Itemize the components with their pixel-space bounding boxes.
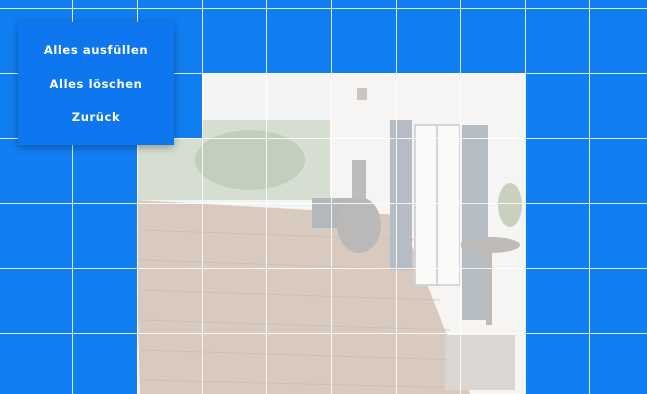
mask-cell[interactable] [589, 333, 647, 394]
mask-cell[interactable] [460, 0, 525, 73]
mask-cell[interactable] [72, 333, 137, 394]
mask-menu: Alles ausfüllen Alles löschen Zurück [18, 22, 174, 145]
mask-cell[interactable] [589, 138, 647, 203]
mask-cell[interactable] [525, 333, 589, 394]
mask-cell[interactable] [0, 268, 72, 333]
mask-cell[interactable] [589, 203, 647, 268]
mask-cell[interactable] [589, 73, 647, 138]
mask-cell[interactable] [72, 138, 137, 203]
mask-cell[interactable] [72, 268, 137, 333]
grid-line [525, 0, 526, 394]
grid-line [266, 0, 267, 394]
mask-cell[interactable] [525, 138, 589, 203]
back-menu-item[interactable]: Zurück [62, 106, 130, 128]
mask-cell[interactable] [72, 203, 137, 268]
grid-line [0, 268, 647, 269]
mask-cell[interactable] [525, 203, 589, 268]
clear-all-menu-item[interactable]: Alles löschen [40, 73, 153, 95]
grid-line [331, 0, 332, 394]
camera-mask-editor: Alles ausfüllen Alles löschen Zurück [0, 0, 647, 394]
mask-cell[interactable] [0, 203, 72, 268]
mask-cell[interactable] [589, 0, 647, 73]
mask-cell[interactable] [0, 138, 72, 203]
grid-line [0, 333, 647, 334]
mask-cell[interactable] [331, 0, 396, 73]
mask-cell[interactable] [202, 0, 266, 73]
mask-cell[interactable] [525, 0, 589, 73]
mask-cell[interactable] [525, 268, 589, 333]
grid-line [396, 0, 397, 394]
mask-cell[interactable] [0, 333, 72, 394]
grid-line [202, 0, 203, 394]
mask-cell[interactable] [589, 268, 647, 333]
fill-all-menu-item[interactable]: Alles ausfüllen [34, 39, 158, 61]
mask-cell[interactable] [266, 0, 331, 73]
mask-cell[interactable] [525, 73, 589, 138]
mask-cell[interactable] [396, 0, 460, 73]
grid-line [0, 203, 647, 204]
grid-line [0, 8, 647, 9]
grid-line [460, 0, 461, 394]
grid-line [589, 0, 590, 394]
